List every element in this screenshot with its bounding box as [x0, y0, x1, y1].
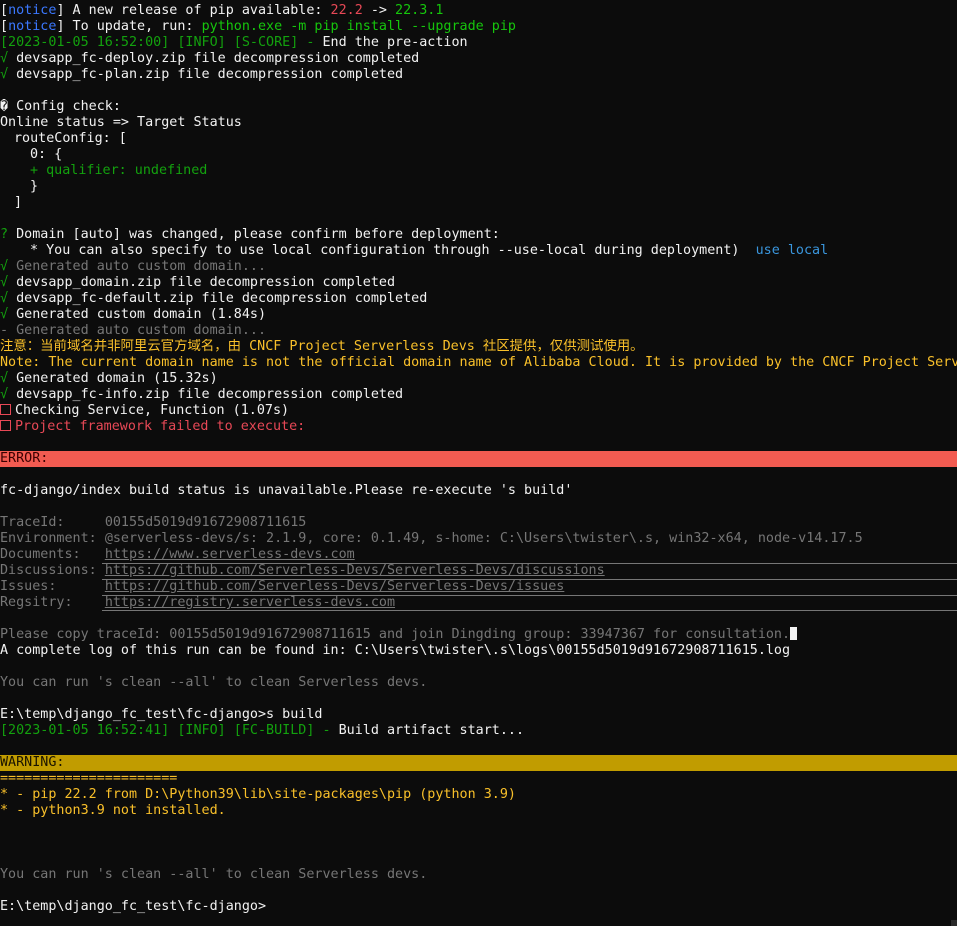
warning-bar: WARNING:: [0, 755, 957, 771]
clean-hint: You can run 's clean --all' to clean Ser…: [0, 675, 428, 690]
check-icon: √: [0, 259, 9, 274]
pip-old-version: 22.2: [330, 3, 363, 18]
log-line-s-core: [2023-01-05 16:52:00] [INFO] [S-CORE] - …: [0, 35, 957, 51]
close-brace: }: [30, 179, 39, 194]
log-path-line: A complete log of this run can be found …: [0, 643, 791, 658]
discussions-row: Discussions: https://github.com/Serverle…: [0, 563, 605, 578]
registry-row: Regsitry: https://registry.serverless-de…: [0, 595, 396, 610]
error-message: fc-django/index build status is unavaila…: [0, 483, 573, 498]
warning-python: * - python3.9 not installed.: [0, 803, 226, 818]
pip-notice-line: [notice] A new release of pip available:…: [0, 3, 444, 18]
status-line: √ Generated custom domain (1.84s): [0, 307, 267, 322]
status-line: √ devsapp_fc-info.zip file decompression…: [0, 387, 404, 402]
registry-link[interactable]: https://registry.serverless-devs.com: [105, 595, 395, 610]
status-line: Checking Service, Function (1.07s): [0, 403, 957, 419]
warning-pip: * - pip 22.2 from D:\Python39\lib\site-p…: [0, 787, 516, 802]
pip-new-version: 22.3.1: [395, 3, 444, 18]
environment-row: Environment: @serverless-devs/s: 2.1.9, …: [0, 531, 863, 546]
status-line: √ devsapp_fc-deploy.zip file decompressi…: [0, 51, 420, 66]
log-text: Build artifact start...: [338, 723, 525, 738]
command-prompt-input[interactable]: E:\temp\django_fc_test\fc-django>: [0, 899, 957, 915]
route-config: routeConfig: [: [14, 131, 127, 146]
issues-row: Issues: https://github.com/Serverless-De…: [0, 579, 565, 594]
command-prompt: E:\temp\django_fc_test\fc-django>s build: [0, 707, 323, 722]
check-icon: √: [0, 371, 9, 386]
note-english: Note: The current domain name is not the…: [0, 355, 957, 370]
status-line: √ devsapp_fc-plan.zip file decompression…: [0, 67, 404, 82]
pip-update-line: [notice] To update, run: python.exe -m p…: [0, 19, 516, 34]
clean-hint: You can run 's clean --all' to clean Ser…: [0, 867, 428, 882]
text-cursor: [790, 627, 798, 640]
check-icon: √: [0, 307, 9, 322]
check-icon: √: [0, 291, 9, 306]
note-chinese: 注意：当前域名并非阿里云官方域名，由 CNCF Project Serverle…: [0, 339, 644, 354]
log-prefix: [2023-01-05 16:52:00] [INFO] [S-CORE] -: [0, 35, 323, 50]
check-icon: √: [0, 67, 9, 82]
log-text: End the pre-action: [322, 35, 468, 50]
spinner-line: - Generated auto custom domain...: [0, 323, 267, 338]
close-bracket: ]: [14, 195, 23, 210]
route-index: 0: {: [30, 147, 63, 162]
status-line: √ devsapp_fc-default.zip file decompress…: [0, 291, 428, 306]
qualifier-diff: + qualifier: undefined: [30, 163, 208, 178]
config-check-heading: � Config check:: [0, 99, 121, 114]
use-local-option[interactable]: use local: [756, 243, 829, 258]
documents-link[interactable]: https://www.serverless-devs.com: [105, 547, 355, 562]
trace-id-row: TraceId: 00155d5019d91672908711615: [0, 515, 307, 530]
status-header: Online status => Target Status: [0, 115, 242, 130]
terminal-window[interactable]: [notice] A new release of pip available:…: [0, 0, 957, 926]
notice-tag: notice: [8, 19, 57, 34]
log-line-fc-build: [2023-01-05 16:52:41] [INFO] [FC-BUILD] …: [0, 723, 957, 739]
status-line: Project framework failed to execute:: [0, 419, 957, 435]
copy-traceid-line: Please copy traceId: 00155d5019d91672908…: [0, 627, 957, 643]
status-line: √ devsapp_domain.zip file decompression …: [0, 275, 396, 290]
pip-update-command: python.exe -m pip install --upgrade pip: [201, 19, 516, 34]
divider: [102, 610, 957, 611]
fail-box-icon: [0, 420, 11, 431]
question-icon: ?: [0, 227, 9, 242]
discussions-link[interactable]: https://github.com/Serverless-Devs/Serve…: [105, 563, 605, 578]
fail-box-icon: [0, 404, 11, 415]
scrollbar-corner[interactable]: [951, 920, 957, 926]
error-bar: ERROR:: [0, 451, 957, 467]
framework-failed: Project framework failed to execute:: [15, 419, 306, 434]
version-arrow: ->: [362, 3, 396, 18]
notice-tag: notice: [8, 3, 57, 18]
update-text: To update, run:: [64, 19, 202, 34]
documents-row: Documents: https://www.serverless-devs.c…: [0, 547, 355, 562]
status-line: √ Generated auto custom domain...: [0, 259, 267, 274]
domain-prompt: ? Domain [auto] was changed, please conf…: [0, 227, 500, 242]
domain-hint: * You can also specify to use local conf…: [30, 243, 829, 258]
check-icon: √: [0, 387, 9, 402]
log-prefix: [2023-01-05 16:52:41] [INFO] [FC-BUILD] …: [0, 723, 339, 738]
notice-text: A new release of pip available:: [64, 3, 331, 18]
status-line: √ Generated domain (15.32s): [0, 371, 218, 386]
check-icon: √: [0, 51, 9, 66]
check-icon: √: [0, 275, 9, 290]
warning-rule: ======================: [0, 771, 178, 786]
issues-link[interactable]: https://github.com/Serverless-Devs/Serve…: [105, 579, 565, 594]
